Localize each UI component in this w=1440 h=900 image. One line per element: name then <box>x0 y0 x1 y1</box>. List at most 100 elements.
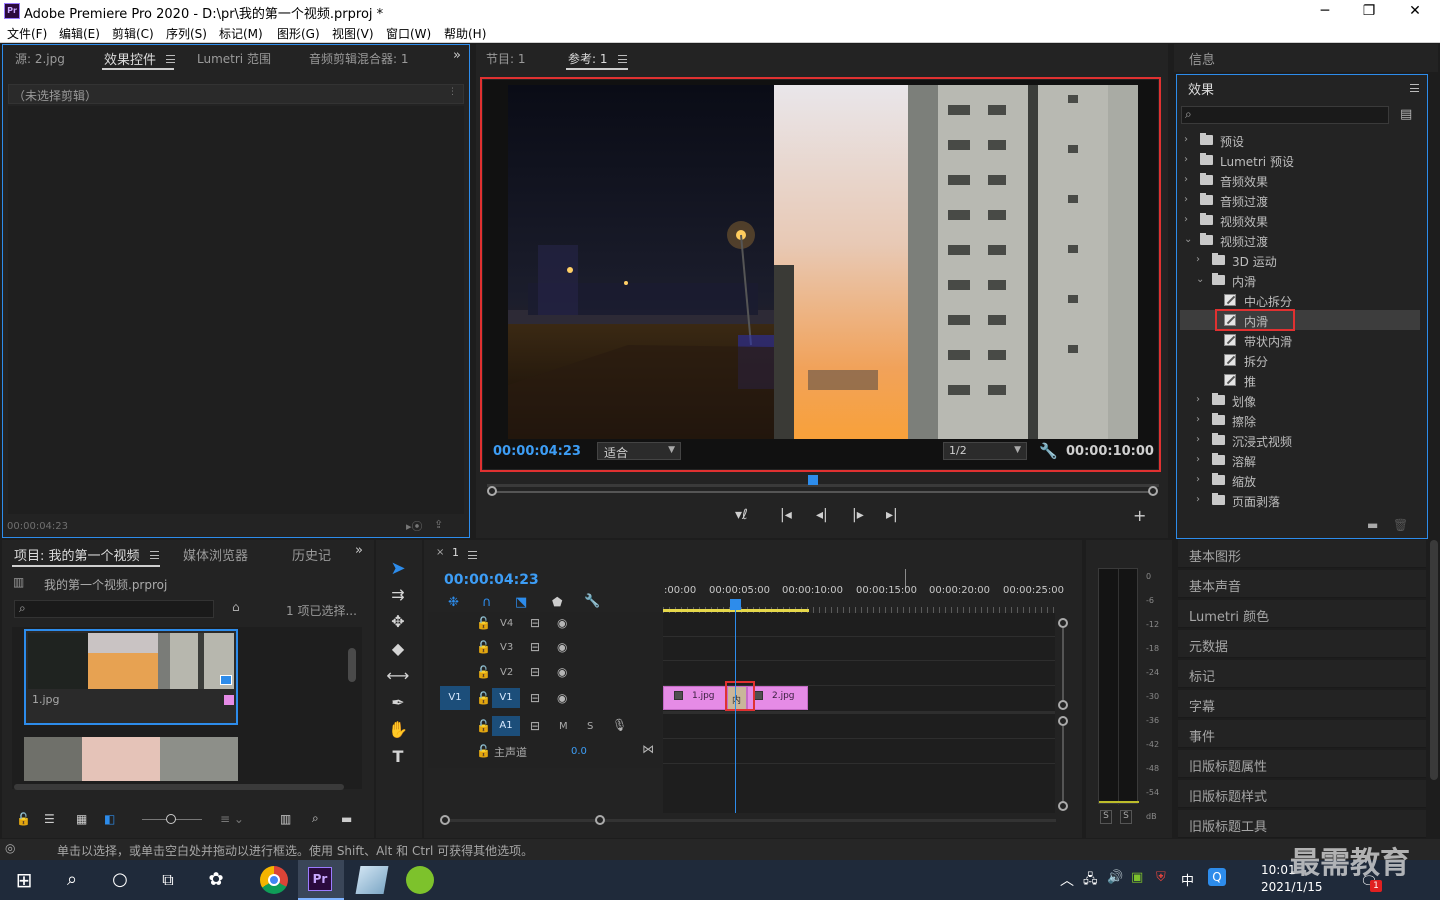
track-select-tool-icon[interactable]: ⇉ <box>386 583 410 607</box>
effects-tree-item[interactable]: 推 <box>1180 370 1420 390</box>
right-panel-tab[interactable]: 基本声音 <box>1178 570 1426 598</box>
master-volume-value[interactable]: 0.0 <box>571 746 587 757</box>
sync-lock-icon[interactable]: ⊟ <box>530 640 540 654</box>
chevron-down-icon[interactable]: ⌄ <box>1184 234 1192 245</box>
tab-info[interactable]: 信息 <box>1189 49 1215 68</box>
right-panel-tab[interactable]: 旧版标题样式 <box>1178 780 1426 808</box>
start-windows-icon[interactable]: ⊞ <box>10 866 38 894</box>
resize-grip-icon[interactable]: ⋮ <box>448 87 457 97</box>
pinwheel-app-icon[interactable]: ✿ <box>202 866 230 894</box>
effects-tree-item[interactable]: › 擦除 <box>1180 410 1420 430</box>
chevron-right-icon[interactable]: › <box>1196 454 1200 465</box>
close-sequence-icon[interactable]: × <box>436 547 444 558</box>
project-scrollbar[interactable] <box>348 648 356 682</box>
list-view-icon[interactable]: ☰ <box>44 812 55 826</box>
filter-icon[interactable]: ▸⦿ <box>406 518 423 534</box>
effects-tree-item[interactable]: › 音频过渡 <box>1180 190 1420 210</box>
close-button[interactable]: ✕ <box>1392 2 1438 22</box>
effects-tree-item[interactable]: 拆分 <box>1180 350 1420 370</box>
project-item[interactable]: 1.jpg <box>24 629 238 725</box>
eye-icon[interactable]: ◉ <box>557 616 567 630</box>
security-shield-icon[interactable]: ⛨ <box>1156 870 1166 885</box>
minimize-button[interactable]: ─ <box>1302 2 1348 22</box>
effects-tree-item[interactable]: › 页面剥落 <box>1180 490 1420 510</box>
lock-icon[interactable]: 🔓 <box>476 719 491 733</box>
v-scroll-handle[interactable] <box>1058 801 1068 811</box>
tab-lumetri-scopes[interactable]: Lumetri 范围 <box>197 50 271 67</box>
more-tabs-icon[interactable]: » <box>453 48 461 63</box>
timeline-h-scrollbar[interactable] <box>444 819 1056 822</box>
tab-audio-clip-mixer[interactable]: 音频剪辑混合器: 1 <box>309 50 409 67</box>
eye-icon[interactable]: ◉ <box>557 665 567 679</box>
wrench-settings-icon[interactable]: 🔧 <box>1039 442 1058 460</box>
effects-tree-item[interactable]: › 溶解 <box>1180 450 1420 470</box>
right-panel-tab[interactable]: 旧版标题工具 <box>1178 810 1426 838</box>
zoom-slider-handle[interactable] <box>166 814 176 824</box>
menu-sequence[interactable]: 序列(S) <box>166 25 207 42</box>
right-panel-tab[interactable]: 事件 <box>1178 720 1426 748</box>
snap-magnet-icon[interactable]: ∩ <box>482 595 492 610</box>
button-editor-plus-icon[interactable]: + <box>1133 506 1146 525</box>
chevron-right-icon[interactable]: › <box>1196 474 1200 485</box>
monitor-time-ruler[interactable] <box>487 475 1159 487</box>
effects-search-input[interactable]: ⌕ <box>1181 106 1389 124</box>
find-icon[interactable]: ⌕ <box>312 811 319 826</box>
selection-tool-icon[interactable]: ➤ <box>386 557 410 581</box>
track-label[interactable]: V3 <box>500 642 513 653</box>
project-h-scrollbar[interactable] <box>14 784 344 790</box>
slip-tool-icon[interactable]: ⟷ <box>386 664 410 688</box>
clock-date[interactable]: 2021/1/15 <box>1261 880 1323 894</box>
task-view-icon[interactable]: ⧉ <box>154 866 182 894</box>
sequence-tab[interactable]: 1 <box>452 546 459 559</box>
network-icon[interactable]: 🖧 <box>1083 870 1098 892</box>
chrome-icon[interactable] <box>260 866 288 894</box>
export-icon[interactable]: ⇪ <box>434 518 443 531</box>
microphone-icon[interactable]: 🎙 <box>612 718 627 732</box>
panel-menu-icon[interactable] <box>166 55 175 63</box>
tab-media-browser[interactable]: 媒体浏览器 <box>183 545 248 564</box>
chevron-right-icon[interactable]: › <box>1184 194 1188 205</box>
chevron-right-icon[interactable]: › <box>1184 154 1188 165</box>
razor-tool-icon[interactable]: ◆ <box>386 637 410 661</box>
panel-menu-icon[interactable] <box>1410 84 1419 92</box>
project-item[interactable] <box>24 737 238 781</box>
panel-menu-icon[interactable] <box>618 55 627 63</box>
h-scroll-right-handle[interactable] <box>595 815 605 825</box>
type-tool-icon[interactable]: T <box>386 745 410 769</box>
chevron-right-icon[interactable]: › <box>1196 254 1200 265</box>
menu-file[interactable]: 文件(F) <box>7 25 47 42</box>
track-target-v1[interactable]: V1 <box>492 688 520 708</box>
nvidia-icon[interactable]: ▣ <box>1131 870 1143 885</box>
sync-lock-icon[interactable]: ⊟ <box>530 719 540 733</box>
restore-button[interactable]: ❐ <box>1346 2 1392 22</box>
chevron-right-icon[interactable]: › <box>1184 174 1188 185</box>
panel-menu-icon[interactable] <box>468 551 477 559</box>
ripple-edit-tool-icon[interactable]: ✥ <box>386 610 410 634</box>
ime-indicator[interactable]: 中 <box>1181 870 1194 889</box>
chevron-right-icon[interactable]: › <box>1196 414 1200 425</box>
effects-tree-item[interactable]: › 缩放 <box>1180 470 1420 490</box>
v-scroll-handle[interactable] <box>1058 716 1068 726</box>
tab-effect-controls[interactable]: 效果控件 <box>104 49 156 68</box>
solo-right-button[interactable]: S <box>1120 810 1132 824</box>
chevron-right-icon[interactable]: › <box>1196 494 1200 505</box>
chevron-right-icon[interactable]: › <box>1184 214 1188 225</box>
lock-icon[interactable]: 🔓 <box>476 616 491 630</box>
solo-button[interactable]: S <box>587 721 593 732</box>
add-marker-icon[interactable]: ⬟ <box>552 595 562 609</box>
tab-program[interactable]: 节目: 1 <box>486 50 526 67</box>
volume-icon[interactable]: 🔊 <box>1107 870 1123 885</box>
play-icon[interactable]: |▸ <box>852 507 864 523</box>
go-to-out-icon[interactable]: ▸| <box>886 507 898 523</box>
add-marker-icon[interactable]: ▾ℓ <box>735 507 748 523</box>
timeline-timecode[interactable]: 00:00:04:23 <box>444 572 539 588</box>
effects-tree-item[interactable]: › 音频效果 <box>1180 170 1420 190</box>
freeform-view-icon[interactable]: ◧ <box>104 812 115 826</box>
menu-marker[interactable]: 标记(M) <box>219 25 263 42</box>
right-panels-scrollbar[interactable] <box>1430 540 1438 780</box>
menu-view[interactable]: 视图(V) <box>332 25 374 42</box>
project-search-input[interactable]: ⌕ <box>14 600 214 618</box>
sync-lock-icon[interactable]: ⊟ <box>530 691 540 705</box>
right-panel-tab[interactable]: 旧版标题属性 <box>1178 750 1426 778</box>
zoom-scrollbar-right-handle[interactable] <box>1148 486 1158 496</box>
